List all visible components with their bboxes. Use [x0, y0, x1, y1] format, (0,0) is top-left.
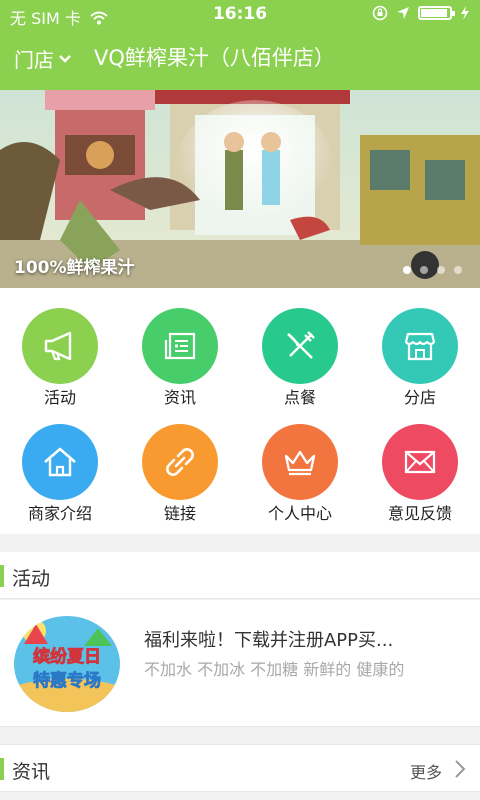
nav-bar: 门店 VQ鲜榨果汁（八佰伴店）: [0, 30, 480, 86]
status-icons: [372, 5, 470, 21]
chevron-down-icon: [59, 54, 71, 63]
pagination-dot[interactable]: [437, 266, 445, 274]
status-bar: 无 SIM 卡 16:16: [0, 0, 480, 28]
utensils-icon: [262, 308, 338, 384]
menu-item-activity[interactable]: 活动: [0, 288, 120, 408]
activity-section-header: 活动: [0, 552, 480, 599]
location-icon: [397, 7, 409, 19]
section-accent-bar: [0, 565, 4, 587]
activity-thumbnail: 缤纷夏日 特惠专场: [14, 616, 120, 712]
store-selector[interactable]: 门店: [14, 44, 72, 73]
section-title: 活动: [12, 568, 51, 590]
thumb-text-1: 缤纷夏日: [33, 646, 101, 667]
pagination-dot[interactable]: [403, 266, 411, 274]
charging-icon: [461, 6, 469, 20]
chevron-right-icon[interactable]: [454, 759, 466, 779]
home-icon: [22, 424, 98, 500]
link-icon: [142, 424, 218, 500]
menu-item-label: 意见反馈: [387, 504, 452, 523]
menu-item-profile[interactable]: 个人中心: [240, 404, 360, 524]
battery-icon: [418, 6, 455, 20]
menu-item-label: 个人中心: [267, 504, 332, 523]
more-link[interactable]: 更多: [410, 759, 442, 783]
pagination-dot[interactable]: [420, 266, 428, 274]
menu-item-order[interactable]: 点餐: [240, 288, 360, 408]
activity-list-item[interactable]: 缤纷夏日 特惠专场 福利来啦！下载并注册APP买... 不加水 不加冰 不加糖 …: [0, 600, 480, 727]
news-icon: [142, 308, 218, 384]
menu-item-label: 链接: [163, 504, 196, 523]
thumb-text-2: 特惠专场: [33, 670, 101, 691]
top-bar: 无 SIM 卡 16:16 门店 VQ鲜榨果汁（八佰伴店）: [0, 0, 480, 90]
menu-item-link[interactable]: 链接: [120, 404, 240, 524]
rotation-lock-icon: [372, 5, 388, 21]
megaphone-icon: [22, 308, 98, 384]
menu-item-about[interactable]: 商家介绍: [0, 404, 120, 524]
banner-caption: 100%鲜榨果汁: [14, 258, 135, 278]
banner-pagination: [403, 266, 462, 274]
menu-item-label: 商家介绍: [27, 504, 92, 523]
promo-banner[interactable]: 100%鲜榨果汁: [0, 90, 480, 288]
news-section-header: 资讯 更多: [0, 744, 480, 792]
menu-item-news[interactable]: 资讯: [120, 288, 240, 408]
page-title: VQ鲜榨果汁（八佰伴店）: [94, 46, 335, 70]
activity-description: 不加水 不加冰 不加糖 新鲜的 健康的: [144, 660, 405, 679]
activity-title: 福利来啦！下载并注册APP买...: [144, 630, 394, 651]
menu-item-branch[interactable]: 分店: [360, 288, 480, 408]
feature-grid: 活动 资讯 点餐 分店 商家介绍 链接 个人中心 意见反馈: [0, 288, 480, 534]
menu-item-feedback[interactable]: 意见反馈: [360, 404, 480, 524]
section-title: 资讯: [12, 761, 51, 783]
section-accent-bar: [0, 758, 4, 780]
pagination-dot[interactable]: [454, 266, 462, 274]
store-selector-label: 门店: [14, 48, 54, 72]
store-icon: [382, 308, 458, 384]
mail-icon: [382, 424, 458, 500]
crown-icon: [262, 424, 338, 500]
